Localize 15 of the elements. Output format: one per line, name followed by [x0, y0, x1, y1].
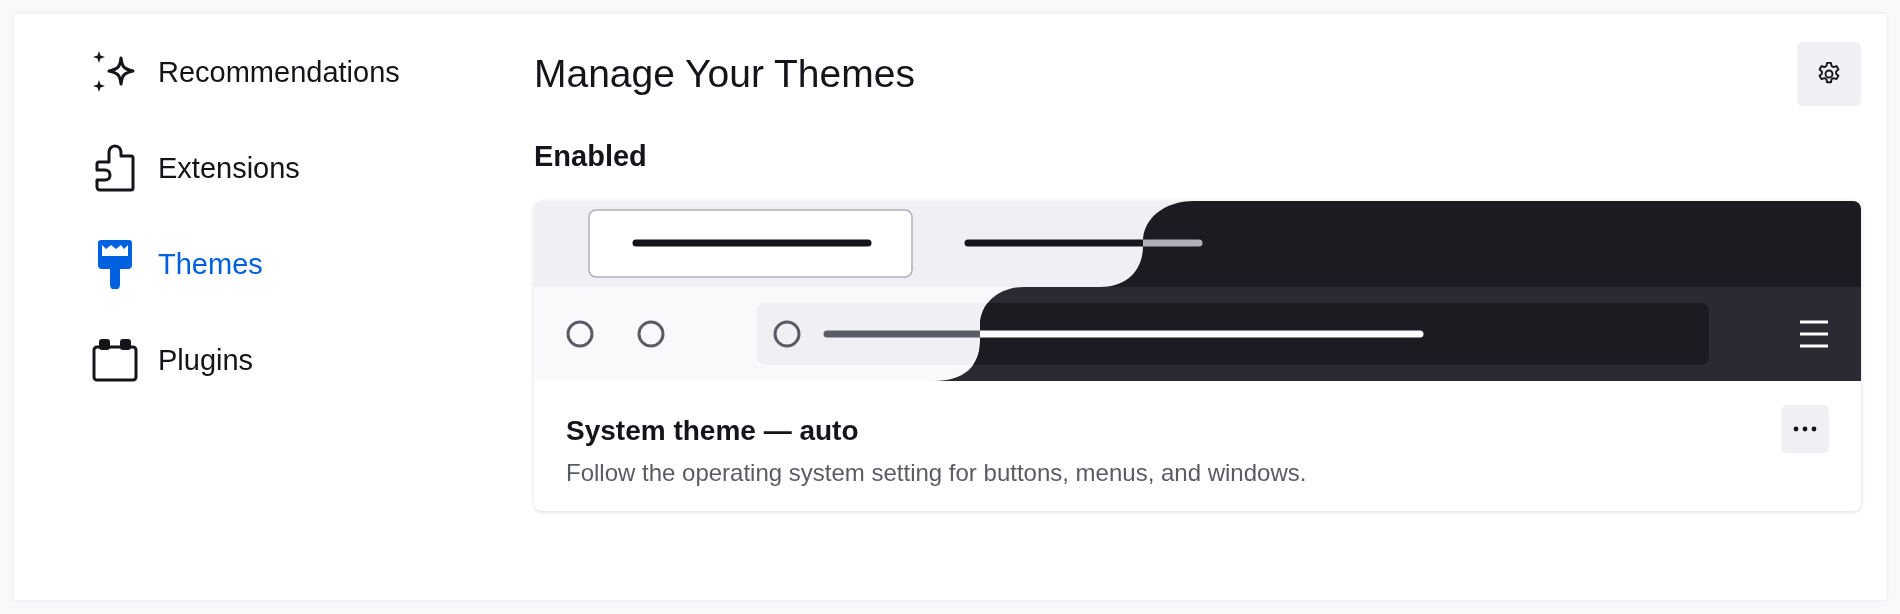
page-title: Manage Your Themes — [534, 52, 915, 96]
sidebar-item[interactable]: Plugins — [92, 332, 534, 388]
theme-description: Follow the operating system setting for buttons, menus, and windows. — [566, 459, 1307, 487]
sidebar-item[interactable]: Themes — [92, 236, 534, 292]
puzzle-piece-icon — [95, 144, 135, 192]
sidebar-item[interactable]: Recommendations — [92, 44, 534, 100]
settings-button[interactable] — [1797, 42, 1861, 106]
section-heading: Enabled — [534, 140, 648, 173]
sidebar-item[interactable]: Extensions — [92, 140, 534, 196]
plugin-block-icon — [92, 338, 138, 382]
sparkle-icon — [93, 50, 137, 94]
theme-name: System theme — auto — [566, 415, 860, 447]
more-icon — [1793, 426, 1817, 432]
more-options-button[interactable] — [1781, 405, 1829, 453]
paintbrush-icon — [96, 239, 134, 289]
